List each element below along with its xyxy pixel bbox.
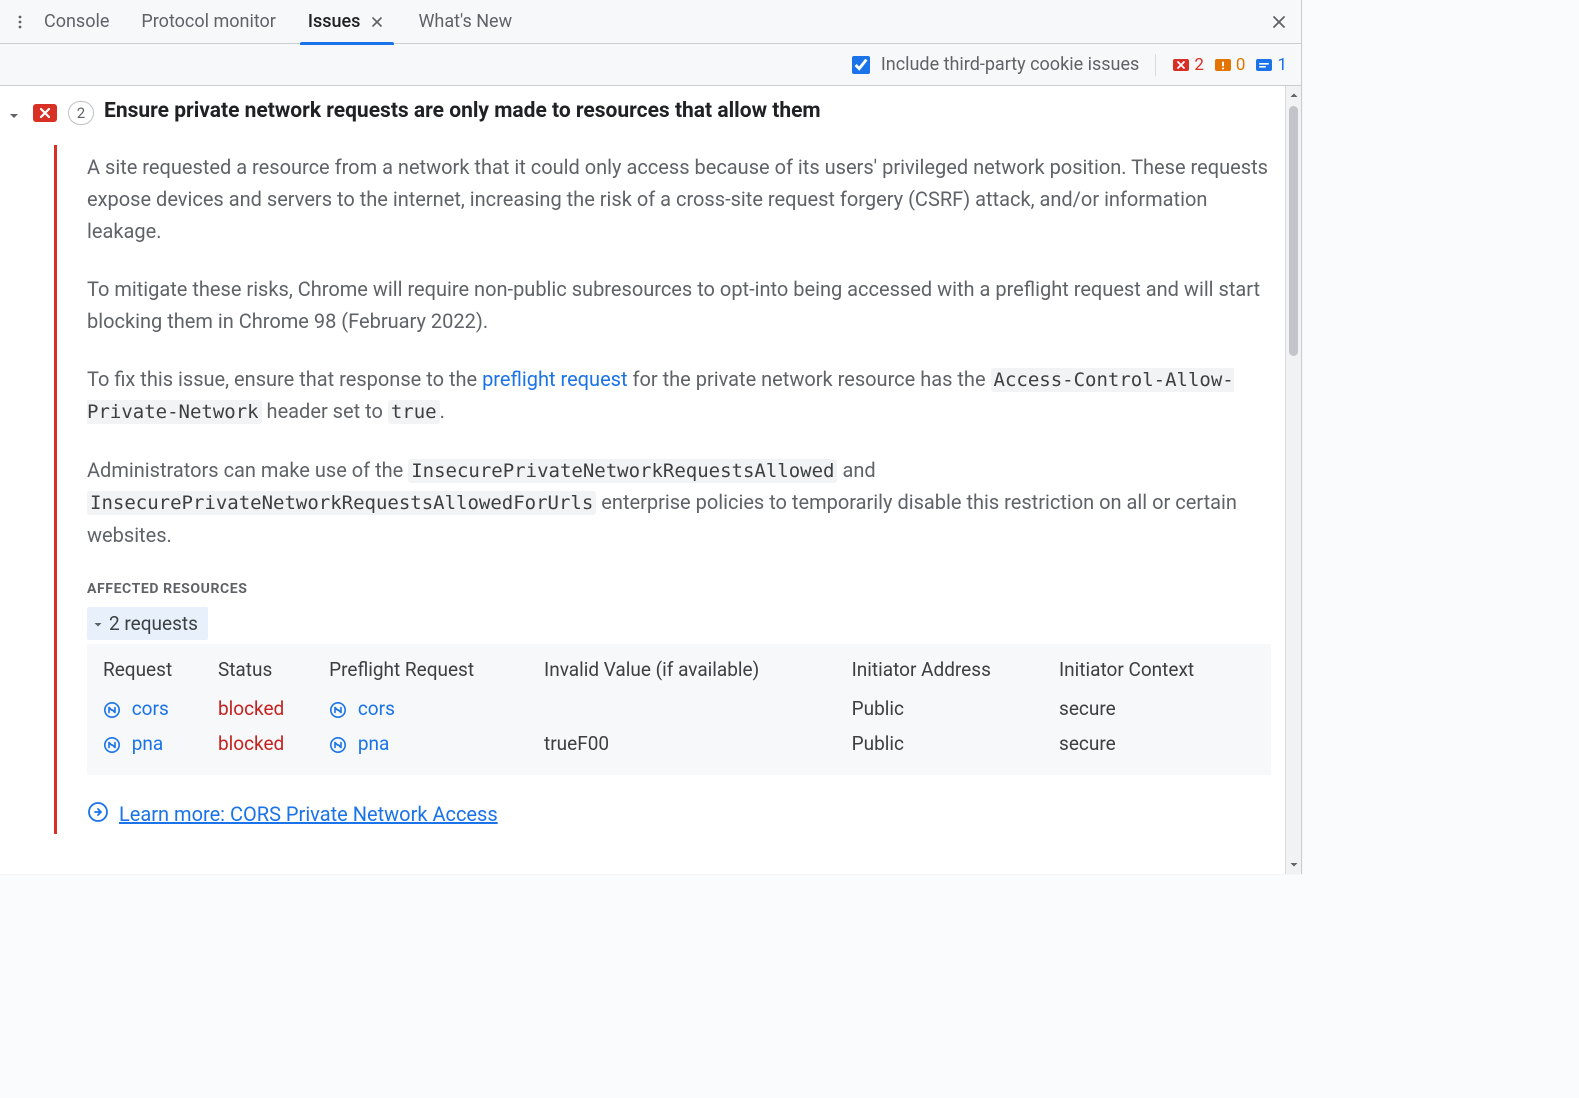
network-icon — [329, 701, 347, 719]
drawer-close-icon[interactable] — [1265, 8, 1293, 36]
errors-badge[interactable]: 2 — [1172, 55, 1204, 75]
code-policy-1: InsecurePrivateNetworkRequestsAllowed — [408, 459, 837, 483]
col-initiator-addr: Initiator Address — [852, 652, 1059, 691]
devtools-drawer: Console Protocol monitor Issues What's N… — [0, 0, 1302, 874]
info-count: 1 — [1277, 55, 1287, 75]
text-fragment: . — [440, 399, 445, 423]
tab-close-icon[interactable] — [368, 13, 386, 31]
tab-label: Issues — [308, 11, 361, 32]
preflight-link: pna — [358, 732, 390, 755]
more-menu-icon[interactable] — [6, 8, 34, 36]
requests-toggle[interactable]: 2 requests — [87, 607, 208, 640]
cell-request[interactable]: cors — [103, 691, 218, 726]
text-fragment: Administrators can make use of the — [87, 458, 408, 482]
network-icon — [103, 736, 121, 754]
tab-bar: Console Protocol monitor Issues What's N… — [0, 0, 1301, 44]
issue-count-badges: 2 0 1 — [1172, 55, 1287, 75]
issue-row[interactable]: 2 Ensure private network requests are on… — [8, 100, 1271, 127]
code-policy-2: InsecurePrivateNetworkRequestsAllowedFor… — [87, 491, 596, 515]
include-third-party-cookies-toggle[interactable]: Include third-party cookie issues — [848, 53, 1139, 77]
learn-more-row: Learn more: CORS Private Network Access — [87, 801, 1271, 828]
cell-initiator-ctx: secure — [1059, 691, 1261, 726]
tab-label: Protocol monitor — [141, 11, 276, 32]
warnings-count: 0 — [1236, 55, 1246, 75]
info-badge[interactable]: 1 — [1255, 55, 1287, 75]
preflight-request-link[interactable]: preflight request — [482, 367, 627, 391]
include-third-party-cookies-checkbox[interactable] — [852, 56, 870, 74]
cell-initiator-addr: Public — [852, 726, 1059, 761]
scroll-down-icon[interactable] — [1286, 856, 1301, 874]
tab-whats-new[interactable]: What's New — [416, 0, 514, 44]
issues-toolbar: Include third-party cookie issues 2 0 1 — [0, 44, 1301, 86]
table-header-row: Request Status Preflight Request Invalid… — [103, 652, 1261, 691]
cell-initiator-addr: Public — [852, 691, 1059, 726]
issue-paragraph: A site requested a resource from a netwo… — [87, 151, 1271, 247]
content-scroll-area: 2 Ensure private network requests are on… — [0, 86, 1301, 874]
cell-preflight[interactable]: pna — [329, 726, 544, 761]
scroll-thumb[interactable] — [1289, 106, 1298, 356]
warnings-badge[interactable]: 0 — [1214, 55, 1246, 75]
table-row: cors blocked cors Publi — [103, 691, 1261, 726]
tab-label: Console — [44, 11, 109, 32]
tab-console[interactable]: Console — [42, 0, 111, 44]
issues-content: 2 Ensure private network requests are on… — [0, 86, 1301, 874]
cell-invalid — [544, 691, 852, 726]
requests-table-wrap: Request Status Preflight Request Invalid… — [87, 644, 1271, 775]
text-fragment: header set to — [262, 399, 388, 423]
table-row: pna blocked pna trueF00 — [103, 726, 1261, 761]
text-fragment: for the private network resource has the — [628, 367, 991, 391]
col-preflight: Preflight Request — [329, 652, 544, 691]
cell-status: blocked — [218, 726, 329, 761]
tabs: Console Protocol monitor Issues What's N… — [42, 0, 1265, 44]
network-icon — [103, 701, 121, 719]
tab-issues[interactable]: Issues — [306, 0, 389, 44]
scroll-up-icon[interactable] — [1286, 86, 1301, 104]
request-link: cors — [132, 697, 169, 720]
col-initiator-ctx: Initiator Context — [1059, 652, 1261, 691]
text-fragment: To fix this issue, ensure that response … — [87, 367, 482, 391]
requests-toggle-label: 2 requests — [109, 612, 198, 635]
text-fragment: and — [837, 458, 875, 482]
code-header-value: true — [388, 400, 440, 424]
col-invalid: Invalid Value (if available) — [544, 652, 852, 691]
preflight-link: cors — [358, 697, 395, 720]
col-request: Request — [103, 652, 218, 691]
network-icon — [329, 736, 347, 754]
error-icon — [32, 100, 58, 126]
issue-paragraph: Administrators can make use of the Insec… — [87, 454, 1271, 551]
learn-more-link[interactable]: Learn more: CORS Private Network Access — [119, 802, 498, 826]
toolbar-divider — [1155, 54, 1156, 76]
scrollbar[interactable] — [1285, 86, 1301, 874]
col-status: Status — [218, 652, 329, 691]
issue-body: A site requested a resource from a netwo… — [54, 145, 1271, 834]
requests-table: Request Status Preflight Request Invalid… — [103, 652, 1261, 761]
cell-preflight[interactable]: cors — [329, 691, 544, 726]
caret-down-icon[interactable] — [8, 106, 22, 127]
tab-label: What's New — [418, 11, 512, 32]
affected-resources-label: AFFECTED RESOURCES — [87, 581, 1271, 597]
cell-initiator-ctx: secure — [1059, 726, 1261, 761]
arrow-right-circle-icon — [87, 801, 109, 828]
issue-count-pill: 2 — [68, 101, 94, 125]
request-link: pna — [132, 732, 164, 755]
cell-status: blocked — [218, 691, 329, 726]
caret-down-icon — [93, 612, 103, 635]
tab-protocol-monitor[interactable]: Protocol monitor — [139, 0, 278, 44]
cell-request[interactable]: pna — [103, 726, 218, 761]
issue-title: Ensure private network requests are only… — [104, 99, 821, 123]
issue-paragraph: To fix this issue, ensure that response … — [87, 363, 1271, 428]
issue-paragraph: To mitigate these risks, Chrome will req… — [87, 273, 1271, 337]
checkbox-label: Include third-party cookie issues — [881, 54, 1139, 75]
cell-invalid: trueF00 — [544, 726, 852, 761]
errors-count: 2 — [1194, 55, 1204, 75]
